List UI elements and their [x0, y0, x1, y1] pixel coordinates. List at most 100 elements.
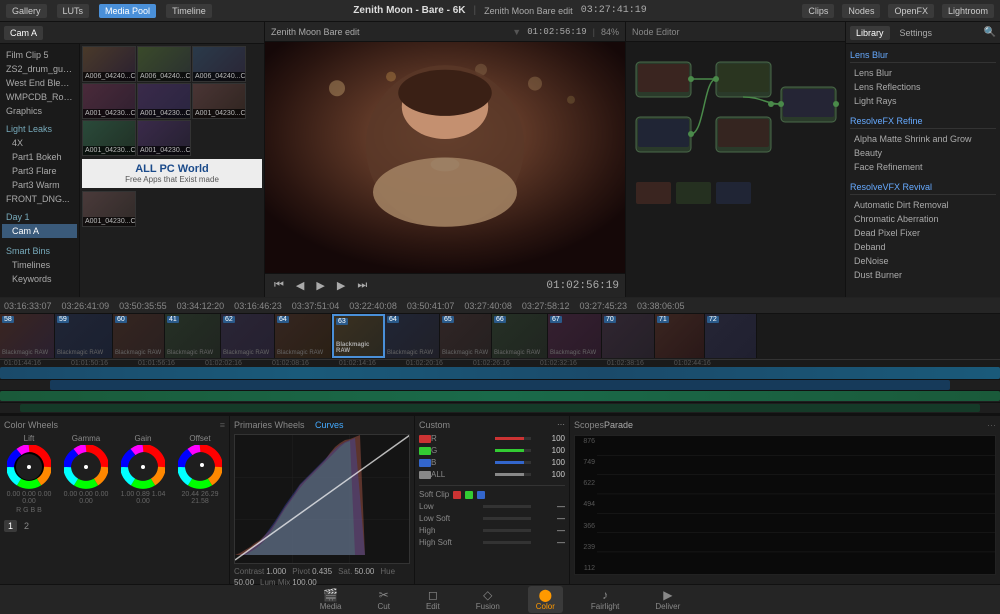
r-slider-track[interactable] [495, 437, 531, 440]
tree-flare[interactable]: Part3 Flare [2, 164, 77, 178]
low-slider[interactable] [483, 505, 531, 508]
thumb-3[interactable]: A006_04240...C [192, 46, 246, 82]
clip-59[interactable]: 59 Blackmagic RAW [55, 314, 113, 358]
settings-tab[interactable]: Settings [894, 26, 939, 40]
low-soft-slider[interactable] [483, 517, 531, 520]
cam-a-tab[interactable]: Cam A [4, 26, 43, 40]
nav-edit[interactable]: ◻ Edit [418, 586, 448, 613]
custom-menu-btn[interactable]: ⋯ [557, 420, 565, 430]
clip-70[interactable]: 70 [602, 314, 655, 358]
clip-71[interactable]: 71 [655, 314, 705, 358]
lift-wheel-svg[interactable] [7, 445, 51, 489]
video-track-bar[interactable] [0, 367, 1000, 379]
clip-66[interactable]: 66 Blackmagic RAW [492, 314, 548, 358]
timeline-tab-btn[interactable]: Timeline [166, 4, 212, 18]
dust-burner-item[interactable]: Dust Burner [850, 268, 996, 282]
light-rays-item[interactable]: Light Rays [850, 94, 996, 108]
tree-wmpcdb[interactable]: WMPCDB_Rock B... [2, 90, 77, 104]
thumb-5[interactable]: A001_04230...C [137, 83, 191, 119]
contrast-val[interactable]: 1.000 [266, 567, 286, 576]
tree-film-clip[interactable]: Film Clip 5 [2, 48, 77, 62]
thumb-6[interactable]: A001_04230...C [192, 83, 246, 119]
high-soft-slider[interactable] [483, 541, 531, 544]
nav-cut[interactable]: ✂ Cut [370, 586, 398, 613]
deband-item[interactable]: Deband [850, 240, 996, 254]
media-pool-tab[interactable]: Media Pool [99, 4, 156, 18]
step-fwd-btn[interactable]: ▶ [334, 277, 348, 294]
clip-72[interactable]: 72 [705, 314, 757, 358]
next-clip-btn[interactable]: ⏭ [354, 277, 370, 294]
all-slider-track[interactable] [495, 473, 531, 476]
gallery-tab[interactable]: Gallery [6, 4, 47, 18]
clip-60[interactable]: 60 Blackmagic RAW [113, 314, 165, 358]
search-icon[interactable]: 🔍 [984, 27, 996, 38]
tree-warm[interactable]: Part3 Warm [2, 178, 77, 192]
prev-clip-btn[interactable]: ⏮ [271, 277, 287, 294]
clip-67[interactable]: 67 Blackmagic RAW [548, 314, 602, 358]
thumb-2[interactable]: A006_04240...C [137, 46, 191, 82]
thumb-7[interactable]: A001_04230...C [82, 120, 136, 156]
color-wheels-menu[interactable]: ≡ [220, 420, 225, 430]
play-btn[interactable]: ▶ [313, 277, 327, 294]
node-canvas[interactable]: 01 la 02 03 04 05 [626, 42, 845, 297]
library-tab[interactable]: Library [850, 26, 890, 40]
face-refinement-item[interactable]: Face Refinement [850, 160, 996, 174]
chromatic-item[interactable]: Chromatic Aberration [850, 212, 996, 226]
gain-wheel-svg[interactable] [121, 445, 165, 489]
curves-canvas[interactable] [234, 434, 410, 564]
clips-btn[interactable]: Clips [802, 4, 834, 18]
tree-drum[interactable]: ZS2_drum_guitar... [2, 62, 77, 76]
auto-dirt-item[interactable]: Automatic Dirt Removal [850, 198, 996, 212]
luts-tab[interactable]: LUTs [57, 4, 90, 18]
tree-graphics[interactable]: Graphics [2, 104, 77, 118]
tree-west-end[interactable]: West End Blend_K... [2, 76, 77, 90]
beauty-item[interactable]: Beauty [850, 146, 996, 160]
nav-deliver[interactable]: ▶ Deliver [647, 586, 688, 613]
dead-pixel-item[interactable]: Dead Pixel Fixer [850, 226, 996, 240]
thumb-4[interactable]: A001_04230...C [82, 83, 136, 119]
b-slider-track[interactable] [495, 461, 531, 464]
tree-bokeh[interactable]: Part1 Bokeh [2, 150, 77, 164]
clip-63[interactable]: 63 Blackmagic RAW [332, 314, 385, 358]
openfx-btn[interactable]: OpenFX [888, 4, 934, 18]
clip-64b[interactable]: 64 Blackmagic RAW [385, 314, 440, 358]
pivot-val[interactable]: 0.435 [312, 567, 332, 576]
tree-light-leaks[interactable]: Light Leaks [2, 122, 77, 136]
preview-area[interactable] [265, 42, 625, 273]
tree-day1[interactable]: Day 1 [2, 210, 77, 224]
scopes-menu[interactable]: ⋯ [987, 420, 996, 431]
gamma-wheel-svg[interactable] [64, 445, 108, 489]
offset-wheel-svg[interactable] [178, 445, 222, 489]
lightroom-btn[interactable]: Lightroom [942, 4, 994, 18]
page-2-btn[interactable]: 2 [21, 520, 32, 532]
tree-cam-a[interactable]: Cam A [2, 224, 77, 238]
clip-64a[interactable]: 64 Blackmagic RAW [275, 314, 332, 358]
page-1-btn[interactable]: 1 [4, 520, 17, 532]
tree-front-dng[interactable]: FRONT_DNG... [2, 192, 77, 206]
tree-keywords[interactable]: Keywords [2, 272, 77, 286]
clip-58[interactable]: 58 Blackmagic RAW [0, 314, 55, 358]
scopes-type[interactable]: Parade [604, 420, 633, 431]
clip-41[interactable]: 41 Blackmagic RAW [165, 314, 221, 358]
thumb-8[interactable]: A001_04230...C [137, 120, 191, 156]
nav-color[interactable]: ⬤ Color [528, 586, 563, 613]
clip-65[interactable]: 65 Blackmagic RAW [440, 314, 492, 358]
tree-timelines[interactable]: Timelines [2, 258, 77, 272]
lens-reflections-item[interactable]: Lens Reflections [850, 80, 996, 94]
audio-track-2-bar[interactable] [20, 404, 980, 412]
g-slider-track[interactable] [495, 449, 531, 452]
video-track-2-bar[interactable] [50, 380, 950, 390]
thumb-1[interactable]: A006_04240...C [82, 46, 136, 82]
thumb-9[interactable]: A001_04230...C [82, 191, 136, 227]
defocus-item[interactable]: DeNoise [850, 254, 996, 268]
sat-val[interactable]: 50.00 [354, 567, 374, 576]
high-slider[interactable] [483, 529, 531, 532]
hue-val[interactable]: 50.00 [234, 578, 254, 587]
tree-4x[interactable]: 4X [2, 136, 77, 150]
clip-62[interactable]: 62 Blackmagic RAW [221, 314, 275, 358]
lens-blur-item[interactable]: Lens Blur [850, 66, 996, 80]
step-back-btn[interactable]: ◀ [293, 277, 307, 294]
nodes-btn[interactable]: Nodes [842, 4, 880, 18]
alpha-matte-item[interactable]: Alpha Matte Shrink and Grow [850, 132, 996, 146]
nav-fairlight[interactable]: ♪ Fairlight [583, 586, 627, 613]
